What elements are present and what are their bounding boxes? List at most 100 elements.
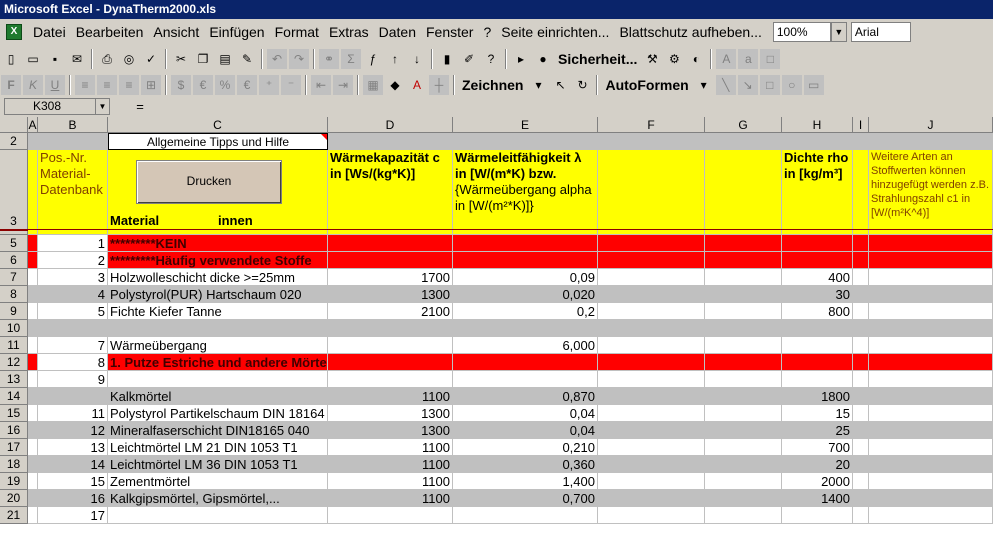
row-header-6[interactable]: 6 [0, 252, 28, 269]
chevron-down-icon[interactable]: ▼ [95, 99, 109, 114]
column-header-e[interactable]: E [453, 117, 598, 133]
menu-datei[interactable]: Datei [28, 24, 71, 40]
column-header-b[interactable]: B [38, 117, 108, 133]
align-right-icon[interactable]: ≡ [119, 75, 139, 95]
chevron-down-icon[interactable]: ▾ [528, 75, 548, 95]
rectangle-icon[interactable]: □ [759, 75, 780, 95]
more-buttons-icon[interactable]: ┼ [429, 75, 449, 95]
menu-fenster[interactable]: Fenster [421, 24, 478, 40]
row-header-21[interactable]: 21 [0, 507, 28, 524]
design-mode-icon[interactable]: ◐ [686, 49, 706, 69]
row-header-11[interactable]: 11 [0, 337, 28, 354]
menu-format[interactable]: Format [270, 24, 324, 40]
font-color-icon[interactable]: A [407, 75, 427, 95]
paste-icon[interactable]: ▤ [215, 49, 235, 69]
email-icon[interactable]: ✉ [67, 49, 87, 69]
euro-convert-icon[interactable]: € [237, 75, 257, 95]
underline-icon[interactable]: U [45, 75, 65, 95]
excel-icon[interactable]: X [6, 24, 22, 40]
open-icon[interactable]: ▭ [23, 49, 43, 69]
help-icon[interactable]: ? [481, 49, 501, 69]
menu-seite-einrichten[interactable]: Seite einrichten... [496, 24, 614, 40]
autosum-icon[interactable]: Σ [341, 49, 361, 69]
decimal-increase-icon[interactable]: ⁺ [259, 75, 279, 95]
align-left-icon[interactable]: ≡ [75, 75, 95, 95]
row-header-15[interactable]: 15 [0, 405, 28, 422]
spreadsheet-grid[interactable]: ABCDEFGHIJ234567891011121314151617181920… [0, 117, 993, 541]
decimal-decrease-icon[interactable]: ⁻ [281, 75, 301, 95]
row-header-17[interactable]: 17 [0, 439, 28, 456]
text-edit-icon[interactable]: □ [760, 49, 781, 69]
merge-center-icon[interactable]: ⊞ [141, 75, 161, 95]
menu-bearbeiten[interactable]: Bearbeiten [71, 24, 149, 40]
column-header-i[interactable]: I [853, 117, 869, 133]
redo-icon[interactable]: ↷ [289, 49, 309, 69]
row-header-20[interactable]: 20 [0, 490, 28, 507]
bold-icon[interactable]: F [1, 75, 21, 95]
row-header-12[interactable]: 12 [0, 354, 28, 371]
macro-record-icon[interactable]: ● [533, 49, 553, 69]
fill-color-icon[interactable]: ◆ [385, 75, 405, 95]
autoformen-menu[interactable]: AutoFormen [601, 77, 692, 93]
row-header-13[interactable]: 13 [0, 371, 28, 388]
tipps-button[interactable]: Allgemeine Tipps und Hilfe [108, 133, 328, 150]
row-header-8[interactable]: 8 [0, 286, 28, 303]
percent-icon[interactable]: % [215, 75, 235, 95]
euro-icon[interactable]: € [193, 75, 213, 95]
spellcheck-icon[interactable]: ✓ [141, 49, 161, 69]
menu-ansicht[interactable]: Ansicht [148, 24, 204, 40]
row-header-9[interactable]: 9 [0, 303, 28, 320]
column-header-c[interactable]: C [108, 117, 328, 133]
hyperlink-icon[interactable]: ⚭ [319, 49, 339, 69]
macro-run-icon[interactable]: ▸ [511, 49, 531, 69]
indent-increase-icon[interactable]: ⇥ [333, 75, 353, 95]
controls-icon[interactable]: ⚒ [642, 49, 662, 69]
italic-icon[interactable]: K [23, 75, 43, 95]
oval-icon[interactable]: ○ [781, 75, 802, 95]
row-header-3[interactable]: 3 [0, 150, 28, 230]
indent-decrease-icon[interactable]: ⇤ [311, 75, 331, 95]
borders-icon[interactable]: ▦ [363, 75, 383, 95]
arrow-icon[interactable]: ↘ [737, 75, 758, 95]
function-icon[interactable]: ƒ [363, 49, 383, 69]
row-header-18[interactable]: 18 [0, 456, 28, 473]
row-header-7[interactable]: 7 [0, 269, 28, 286]
menu-daten[interactable]: Daten [374, 24, 421, 40]
drucken-button[interactable]: Drucken [136, 160, 282, 204]
sort-asc-icon[interactable]: ↑ [385, 49, 405, 69]
preview-icon[interactable]: ◎ [119, 49, 139, 69]
rotate-icon[interactable]: ↻ [572, 75, 592, 95]
row-header-14[interactable]: 14 [0, 388, 28, 405]
menu-blattschutz[interactable]: Blattschutz aufheben... [614, 24, 766, 40]
column-header-d[interactable]: D [328, 117, 453, 133]
currency-icon[interactable]: $ [171, 75, 191, 95]
drawing-icon[interactable]: ✐ [459, 49, 479, 69]
column-header-j[interactable]: J [869, 117, 993, 133]
menu-extras[interactable]: Extras [324, 24, 374, 40]
sort-desc-icon[interactable]: ↓ [407, 49, 427, 69]
cut-icon[interactable]: ✂ [171, 49, 191, 69]
zeichnen-menu[interactable]: Zeichnen [458, 77, 527, 93]
column-header-f[interactable]: F [598, 117, 705, 133]
row-header-10[interactable]: 10 [0, 320, 28, 337]
row-header-2[interactable]: 2 [0, 133, 28, 150]
copy-icon[interactable]: ❐ [193, 49, 213, 69]
row-header-19[interactable]: 19 [0, 473, 28, 490]
name-box[interactable]: K308 ▼ [4, 98, 110, 115]
print-icon[interactable]: ⎙ [97, 49, 117, 69]
row-header-16[interactable]: 16 [0, 422, 28, 439]
row-header-5[interactable]: 5 [0, 235, 28, 252]
column-header-a[interactable]: A [28, 117, 38, 133]
align-center-icon[interactable]: ≡ [97, 75, 117, 95]
chart-icon[interactable]: ▮ [437, 49, 457, 69]
chevron-down-icon[interactable]: ▼ [830, 22, 847, 42]
equals-label[interactable]: = [110, 99, 170, 114]
save-icon[interactable]: ▪ [45, 49, 65, 69]
textbox-icon[interactable]: ▭ [803, 75, 824, 95]
select-all-corner[interactable] [0, 117, 28, 133]
select-objects-icon[interactable]: ↖ [550, 75, 570, 95]
menu-help[interactable]: ? [478, 24, 496, 40]
new-icon[interactable]: ▯ [1, 49, 21, 69]
font-select[interactable]: Arial [850, 22, 911, 42]
menu-einfuegen[interactable]: Einfügen [204, 24, 269, 40]
